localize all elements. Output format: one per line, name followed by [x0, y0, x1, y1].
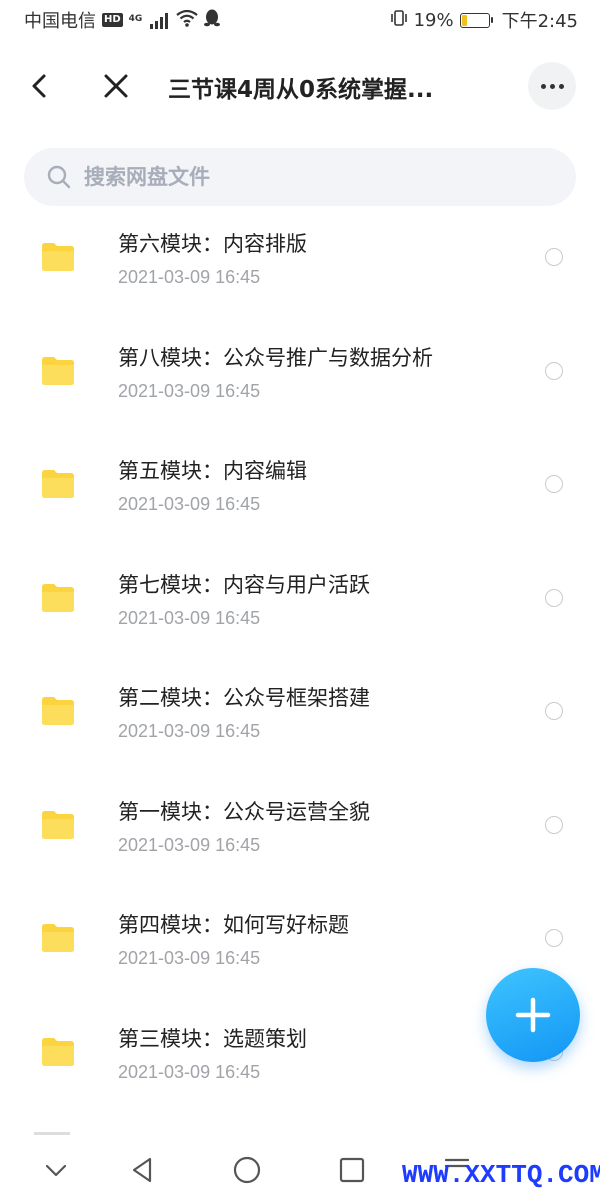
select-checkbox[interactable] [545, 929, 563, 947]
back-button[interactable] [22, 68, 58, 104]
title-bar: 三节课4周从0系统掌握... [0, 56, 600, 116]
file-date: 2021-03-09 16:45 [118, 380, 261, 401]
folder-icon [42, 1037, 74, 1066]
partial-list-item [34, 1128, 74, 1136]
vibrate-icon [390, 9, 408, 32]
file-date: 2021-03-09 16:45 [118, 494, 261, 514]
battery-percent: 19% [413, 9, 454, 31]
file-list-item[interactable]: 第五模块：内容编辑 2021-03-09 16:45 [0, 437, 600, 551]
folder-icon [42, 470, 74, 498]
file-list-item[interactable]: 第八模块：公众号推广与数据分析 2021-03-09 16:45 [0, 324, 600, 438]
folder-icon [42, 583, 74, 612]
more-button[interactable] [528, 62, 576, 110]
select-checkbox[interactable] [545, 248, 563, 266]
page-title: 三节课4周从0系统掌握... [168, 77, 434, 103]
more-dot [558, 83, 564, 89]
file-name: 第八模块：公众号推广与数据分析 [118, 345, 433, 370]
folder-icon [42, 243, 74, 271]
file-date: 2021-03-09 16:45 [118, 607, 261, 628]
nav-back-button[interactable] [122, 1150, 162, 1190]
file-date: 2021-03-09 16:45 [118, 1061, 261, 1082]
close-button[interactable] [98, 68, 134, 104]
select-checkbox[interactable] [545, 361, 563, 380]
status-left: 中国电信 HD 4G [24, 7, 221, 33]
file-name: 第七模块：内容与用户活跃 [118, 572, 370, 597]
clock: 下午2:45 [501, 11, 578, 32]
battery-icon [459, 12, 493, 28]
file-name: 第一模块：公众号运营全貌 [118, 799, 370, 824]
select-checkbox[interactable] [545, 702, 563, 720]
add-button[interactable] [486, 968, 580, 1062]
triangle-back-icon [132, 1157, 152, 1183]
file-name: 第六模块：内容排版 [118, 232, 307, 256]
file-name: 第五模块：内容编辑 [118, 459, 307, 483]
file-name: 第三模块：选题策划 [118, 1026, 307, 1051]
folder-icon [42, 924, 74, 952]
carrier-name: 中国电信 [24, 11, 96, 32]
search-bar[interactable] [24, 148, 576, 206]
search-icon [47, 165, 71, 189]
square-recents-icon [339, 1157, 365, 1183]
nav-home-button[interactable] [227, 1150, 267, 1190]
chevron-down-icon [45, 1164, 67, 1177]
file-list-item[interactable]: 第一模块：公众号运营全貌 2021-03-09 16:45 [0, 778, 600, 892]
file-list-item[interactable]: 第二模块：公众号框架搭建 2021-03-09 16:45 [0, 664, 600, 778]
folder-icon [42, 356, 74, 385]
qq-penguin-icon [204, 9, 221, 32]
back-arrow-icon [32, 74, 46, 98]
battery-level-fill [461, 14, 467, 26]
file-list-item[interactable]: 第七模块：内容与用户活跃 2021-03-09 16:45 [0, 551, 600, 665]
status-bar: 中国电信 HD 4G 19% 下午2:45 [0, 0, 600, 40]
file-name: 第二模块：公众号框架搭建 [118, 686, 370, 710]
nav-collapse-button[interactable] [36, 1150, 76, 1190]
more-horizontal-icon [540, 83, 546, 89]
file-date: 2021-03-09 16:45 [118, 721, 261, 741]
file-list-item[interactable]: 第六模块：内容排版 2021-03-09 16:45 [0, 210, 600, 324]
nav-recents-button[interactable] [332, 1150, 372, 1190]
close-icon [104, 74, 128, 98]
select-checkbox[interactable] [545, 588, 563, 607]
search-input[interactable] [84, 165, 544, 189]
select-checkbox[interactable] [545, 475, 563, 493]
folder-icon [42, 697, 74, 725]
signal-icon: 4G [129, 10, 170, 31]
wifi-icon [176, 9, 198, 32]
file-date: 2021-03-09 16:45 [118, 948, 261, 968]
home-circle-icon [233, 1156, 261, 1184]
select-checkbox[interactable] [545, 815, 563, 834]
hd-icon: HD [102, 13, 123, 27]
screen: 中国电信 HD 4G 19% 下午2:45 三节课4周从0系统掌握... 搜索网… [0, 0, 600, 1200]
file-name: 第四模块：如何写好标题 [118, 913, 349, 937]
status-right: 19% 下午2:45 [390, 7, 578, 33]
network-type-label: 4G [128, 13, 143, 24]
plus-icon [515, 997, 551, 1033]
file-date: 2021-03-09 16:45 [118, 834, 261, 855]
file-date: 2021-03-09 16:45 [118, 267, 261, 287]
watermark-text: WWW.XXTTQ.COM [402, 1160, 600, 1190]
folder-icon [42, 810, 74, 839]
more-dot [549, 83, 555, 89]
